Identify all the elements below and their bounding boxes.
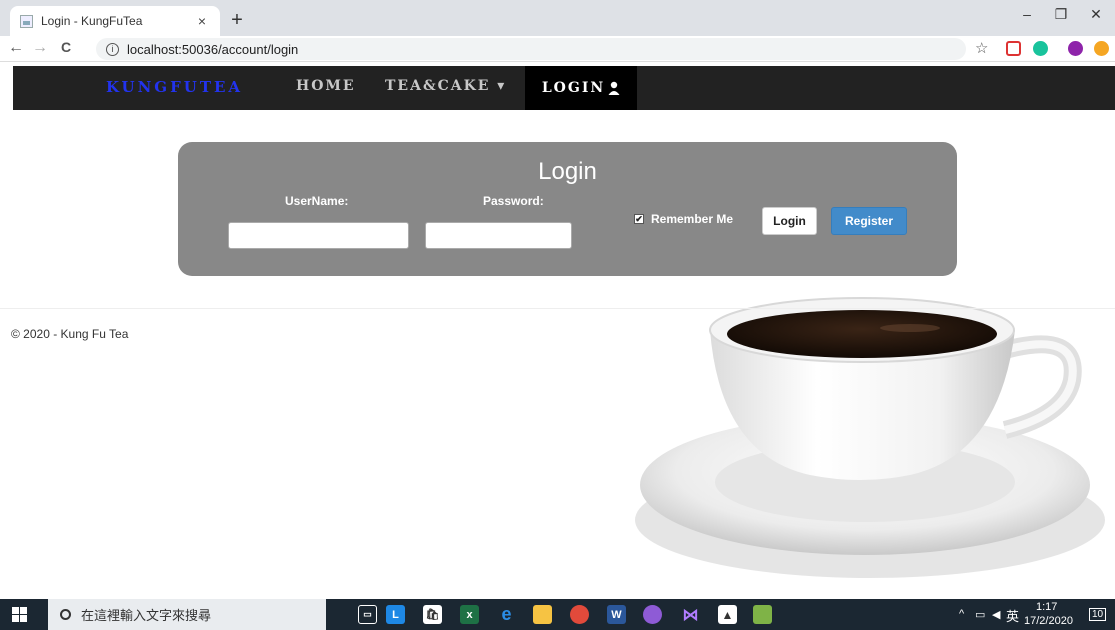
url-text: localhost:50036/account/login — [127, 41, 299, 57]
site-navbar: KUNGFUTEA HOME TEA&CAKE ▾ LOGIN — [13, 66, 1115, 110]
excel-icon[interactable]: x — [460, 605, 479, 624]
username-label: UserName: — [285, 194, 349, 208]
back-button[interactable]: ← — [6, 39, 26, 57]
reload-button[interactable]: C — [56, 39, 76, 55]
remember-me-checkbox[interactable]: ✔ — [634, 214, 644, 224]
password-input[interactable] — [425, 222, 572, 249]
tab-title: Login - KungFuTea — [41, 14, 143, 28]
media-app-icon[interactable] — [643, 605, 662, 624]
coffee-cup-image — [635, 297, 1105, 578]
windows-taskbar: 在這裡輸入文字來搜尋 ▭ L 🛍 x e W ⋈ ▲ ^ ▭ ◀ 英 1:17 … — [0, 599, 1115, 630]
grammarly-extension-icon[interactable] — [1033, 41, 1048, 56]
remember-me-label: Remember Me — [651, 212, 734, 226]
nav-login-label: LOGIN — [541, 80, 606, 96]
task-view-icon[interactable]: ▭ — [358, 605, 377, 624]
search-icon — [60, 609, 71, 620]
chrome-icon[interactable] — [570, 605, 589, 624]
login-title: Login — [538, 158, 597, 185]
site-info-icon[interactable]: i — [106, 42, 119, 56]
browser-tabstrip: Login - KungFuTea × + – ❐ ✕ — [0, 0, 1115, 36]
browser-tab[interactable]: Login - KungFuTea × — [10, 6, 220, 36]
notification-center-icon[interactable]: 10 — [1089, 608, 1107, 621]
footer-divider — [0, 308, 1115, 309]
address-bar-row: ← → C i localhost:50036/account/login ☆ — [0, 36, 1115, 62]
tray-chevron-icon[interactable]: ^ — [959, 608, 964, 620]
restore-button[interactable]: ❐ — [1051, 6, 1071, 23]
nav-login[interactable]: LOGIN — [525, 66, 637, 110]
start-button[interactable] — [12, 607, 27, 622]
close-window-button[interactable]: ✕ — [1086, 6, 1106, 23]
taskbar-search[interactable]: 在這裡輸入文字來搜尋 — [48, 599, 326, 630]
profile-avatar-icon[interactable] — [1068, 41, 1083, 56]
edge-icon[interactable]: e — [497, 604, 516, 624]
taskbar-search-placeholder: 在這裡輸入文字來搜尋 — [81, 608, 212, 623]
brand-logo[interactable]: KUNGFUTEA — [106, 78, 243, 96]
file-explorer-icon[interactable] — [533, 605, 552, 624]
footer-text: © 2020 - Kung Fu Tea — [11, 327, 129, 341]
clock-date[interactable]: 17/2/2020 — [1024, 615, 1073, 627]
page-favicon-icon — [20, 14, 33, 28]
store-icon[interactable]: 🛍 — [423, 605, 442, 624]
word-icon[interactable]: W — [607, 605, 626, 624]
notepad-icon[interactable] — [753, 605, 772, 624]
tab-close-icon[interactable]: × — [194, 13, 210, 29]
register-button[interactable]: Register — [831, 207, 907, 235]
login-button[interactable]: Login — [762, 207, 817, 235]
address-bar[interactable]: i localhost:50036/account/login — [96, 38, 966, 60]
photos-icon[interactable]: ▲ — [718, 605, 737, 624]
input-language[interactable]: 英 — [1006, 606, 1019, 625]
remember-me[interactable]: ✔ Remember Me — [634, 212, 733, 226]
new-tab-button[interactable]: + — [226, 9, 248, 32]
network-icon[interactable]: ▭ — [975, 608, 985, 621]
username-input[interactable] — [228, 222, 409, 249]
bookmark-star-icon[interactable]: ☆ — [975, 39, 988, 57]
clock-time[interactable]: 1:17 — [1036, 601, 1057, 613]
nav-home[interactable]: HOME — [296, 78, 356, 94]
app-l-icon[interactable]: L — [386, 605, 405, 624]
user-icon — [608, 81, 620, 95]
nav-tea-cake-dropdown[interactable]: TEA&CAKE ▾ — [385, 78, 506, 94]
update-alert-icon[interactable] — [1094, 41, 1109, 56]
password-label: Password: — [483, 194, 544, 208]
login-panel: Login UserName: Password: ✔ Remember Me … — [178, 142, 957, 276]
volume-icon[interactable]: ◀ — [992, 608, 1000, 621]
visual-studio-icon[interactable]: ⋈ — [681, 605, 700, 624]
pocket-extension-icon[interactable] — [1006, 41, 1021, 56]
minimize-button[interactable]: – — [1017, 6, 1037, 22]
forward-button[interactable]: → — [30, 39, 50, 57]
